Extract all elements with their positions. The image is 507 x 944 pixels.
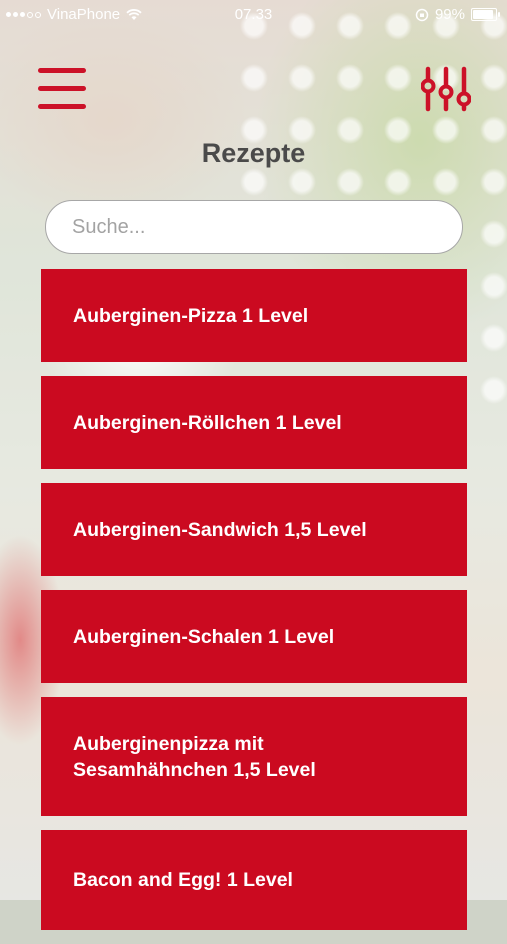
recipe-item[interactable]: Auberginen-Sandwich 1,5 Level — [41, 483, 467, 576]
battery-percent: 99% — [434, 6, 465, 23]
hamburger-menu-icon — [38, 68, 86, 73]
recipe-item[interactable]: Auberginen-Schalen 1 Level — [41, 590, 467, 683]
recipe-item[interactable]: Auberginen-Pizza 1 Level — [41, 269, 467, 362]
battery-icon — [471, 8, 500, 21]
recipe-item-label: Auberginen-Röllchen 1 Level — [73, 411, 342, 434]
menu-button[interactable] — [38, 68, 86, 110]
status-bar: VinaPhone 07.33 99% — [0, 0, 507, 30]
status-right: 99% — [415, 6, 500, 23]
recipe-item-label: Auberginen-Schalen 1 Level — [73, 625, 335, 648]
recipe-item-label: Auberginen-Pizza 1 Level — [73, 304, 309, 327]
recipe-item[interactable]: Bacon and Egg! 1 Level — [41, 830, 467, 930]
page-title: Rezepte — [201, 138, 306, 168]
recipe-item[interactable]: Auberginen-Röllchen 1 Level — [41, 376, 467, 469]
orientation-lock-icon — [415, 8, 429, 21]
search-input[interactable] — [45, 200, 463, 254]
sliders-filter-icon — [421, 66, 471, 112]
recipe-item[interactable]: Auberginenpizza mit Sesamhähnchen 1,5 Le… — [41, 697, 467, 816]
filter-button[interactable] — [421, 66, 471, 112]
recipe-item-label: Bacon and Egg! 1 Level — [73, 869, 293, 891]
recipe-item-label: Auberginen-Sandwich 1,5 Level — [73, 518, 367, 541]
recipe-item-label: Auberginenpizza mit Sesamhähnchen 1,5 Le… — [73, 732, 316, 781]
recipe-list: Auberginen-Pizza 1 Level Auberginen-Röll… — [41, 269, 467, 944]
